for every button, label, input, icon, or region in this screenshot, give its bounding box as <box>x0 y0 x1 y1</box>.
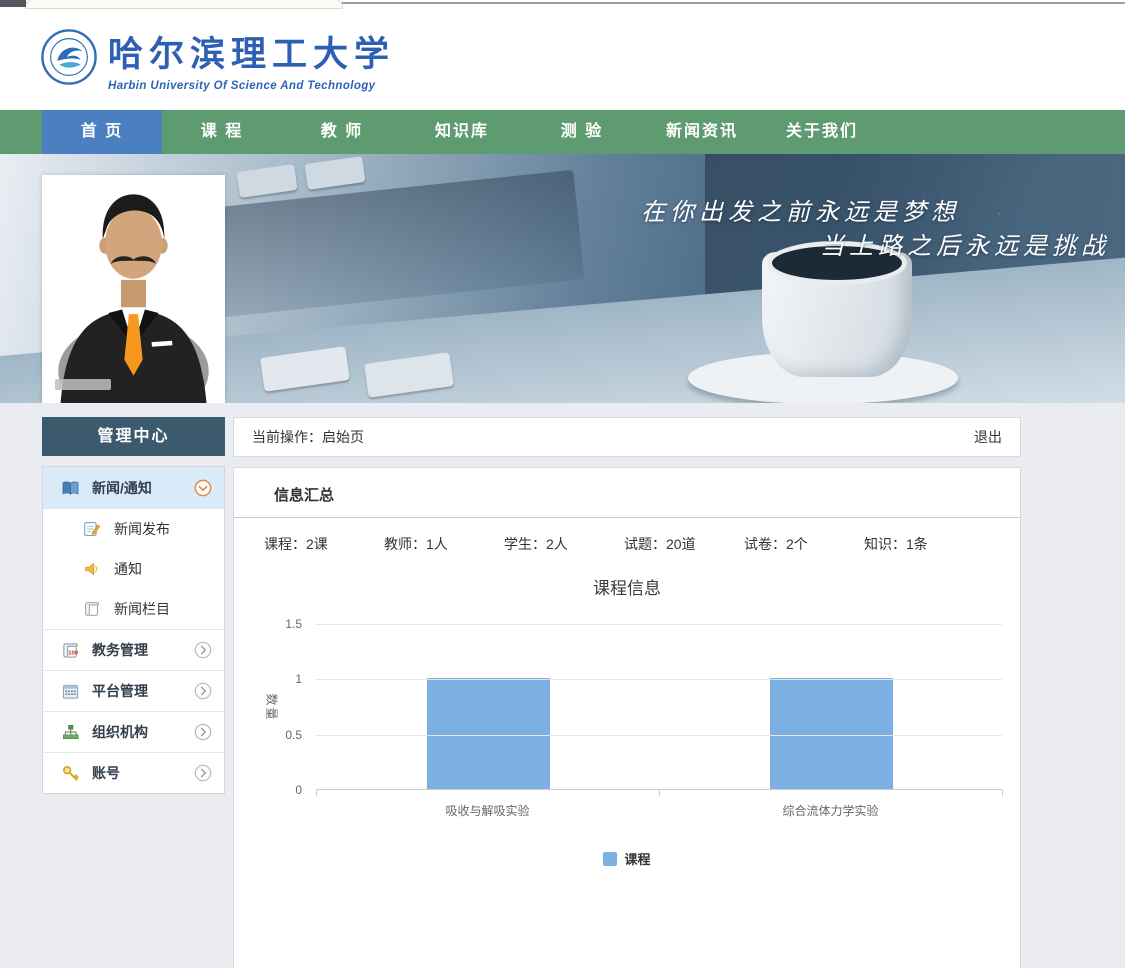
sidebar-item-label: 新闻栏目 <box>114 599 212 619</box>
nav-item-tests[interactable]: 测 验 <box>522 110 642 154</box>
sidebar-item-label: 平台管理 <box>92 681 194 701</box>
page: 哈尔滨理工大学 Harbin University Of Science And… <box>0 0 1125 968</box>
chevron-right-circle-icon <box>194 682 212 700</box>
nav-item-knowledge[interactable]: 知识库 <box>402 110 522 154</box>
chart-title: 课程信息 <box>234 574 1020 599</box>
sidebar-menu: 新闻/通知 <box>42 466 225 794</box>
browser-tab <box>26 0 342 8</box>
chart-y-tick-label: 0 <box>234 782 302 798</box>
chart-x-tick <box>316 790 317 796</box>
info-summary-panel: 信息汇总 课程：2课 教师：1人 学生：2人 试题：20道 试卷：2个 知识：1… <box>233 467 1021 968</box>
sidebar-item-label: 教务管理 <box>92 640 194 660</box>
legend-swatch <box>603 852 617 866</box>
nav-item-news[interactable]: 新闻资讯 <box>642 110 762 154</box>
sidebar-item-news-column[interactable]: 新闻栏目 <box>43 589 224 629</box>
university-name-en: Harbin University Of Science And Technol… <box>108 80 395 92</box>
nav-item-about[interactable]: 关于我们 <box>762 110 882 154</box>
sidebar-item-edu-admin[interactable]: 100 教务管理 <box>43 629 224 670</box>
stat-teachers: 教师：1人 <box>384 534 504 554</box>
stats-row: 课程：2课 教师：1人 学生：2人 试题：20道 试卷：2个 知识：1条 <box>234 518 1020 554</box>
open-book-icon <box>61 479 80 498</box>
chart-x-category-label: 吸收与解吸实验 <box>338 802 638 819</box>
logo-text: 哈尔滨理工大学 Harbin University Of Science And… <box>108 26 395 92</box>
sidebar-item-label: 通知 <box>114 559 212 579</box>
avatar-illustration <box>42 175 225 403</box>
main-nav: 首 页 课 程 教 师 知识库 测 验 新闻资讯 关于我们 <box>0 110 1125 154</box>
sidebar-item-label: 新闻发布 <box>114 519 212 539</box>
stat-papers: 试卷：2个 <box>744 534 864 554</box>
banner-slogan-line1: 在你出发之前永远是梦想 <box>641 192 960 227</box>
banner: 在你出发之前永远是梦想 当上路之后永远是挑战 <box>0 154 1125 403</box>
chart-y-tick-label: 0.5 <box>234 727 302 743</box>
chart-y-tick-label: 1.5 <box>234 616 302 632</box>
sidebar-item-organization[interactable]: 组织机构 <box>43 711 224 752</box>
chevron-right-circle-icon <box>194 723 212 741</box>
scroll-icon <box>83 600 102 619</box>
content-area: 管理中心 新闻/通知 <box>42 417 1125 968</box>
stat-knowledge: 知识：1条 <box>864 534 984 554</box>
summary-title: 信息汇总 <box>234 468 1020 518</box>
main-column: 当前操作：启始页 退出 信息汇总 课程：2课 教师：1人 学生：2人 试题：20… <box>233 417 1021 968</box>
operation-bar: 当前操作：启始页 退出 <box>233 417 1021 457</box>
chart-gridline <box>316 624 1002 625</box>
chart-gridline <box>316 735 1002 736</box>
sidebar-item-account[interactable]: 账号 <box>43 752 224 793</box>
org-chart-icon <box>61 723 80 742</box>
chart-legend: 课程 <box>234 849 1020 868</box>
calendar-icon <box>61 682 80 701</box>
university-name-zh: 哈尔滨理工大学 <box>108 26 395 77</box>
sidebar-item-label: 组织机构 <box>92 722 194 742</box>
banner-keyboard-key <box>236 164 297 198</box>
chart-x-tick <box>659 790 660 796</box>
nav-item-courses[interactable]: 课 程 <box>162 110 282 154</box>
sidebar-item-label: 账号 <box>92 763 194 783</box>
site-header: 哈尔滨理工大学 Harbin University Of Science And… <box>0 8 1125 110</box>
chart-y-tick-label: 1 <box>234 671 302 687</box>
browser-tab-strip <box>0 0 1125 8</box>
legend-label: 课程 <box>624 849 650 868</box>
sidebar: 管理中心 新闻/通知 <box>42 417 225 794</box>
news-edit-icon <box>83 520 102 539</box>
chevron-right-circle-icon <box>194 641 212 659</box>
chart-plot: 吸收与解吸实验综合流体力学实验 <box>316 624 1002 790</box>
browser-strip-corner <box>0 0 26 7</box>
nav-item-teachers[interactable]: 教 师 <box>282 110 402 154</box>
stat-courses: 课程：2课 <box>264 534 384 554</box>
chart-y-axis-title: 数量 <box>264 693 281 721</box>
sidebar-item-notice[interactable]: 通知 <box>43 549 224 589</box>
course-chart: 数量 吸收与解吸实验综合流体力学实验 课程 00.511.5 <box>234 609 1020 921</box>
banner-slogan-line2: 当上路之后永远是挑战 <box>820 226 1110 261</box>
scroll-100-icon: 100 <box>61 641 80 660</box>
university-logo: 哈尔滨理工大学 Harbin University Of Science And… <box>40 26 395 92</box>
stat-students: 学生：2人 <box>504 534 624 554</box>
svg-text:100: 100 <box>68 650 79 656</box>
chevron-right-circle-icon <box>194 764 212 782</box>
current-operation-text: 当前操作：启始页 <box>252 427 974 447</box>
sidebar-item-label: 新闻/通知 <box>92 478 194 498</box>
chevron-down-circle-icon <box>194 479 212 497</box>
stat-questions: 试题：20道 <box>624 534 744 554</box>
key-icon <box>61 764 80 783</box>
chart-x-tick <box>1002 790 1003 796</box>
sidebar-item-news-publish[interactable]: 新闻发布 <box>43 509 224 549</box>
user-avatar <box>42 175 225 403</box>
sidebar-title: 管理中心 <box>42 417 225 456</box>
image-watermark <box>55 379 111 390</box>
nav-item-home[interactable]: 首 页 <box>42 110 162 154</box>
banner-keyboard-key <box>304 156 365 190</box>
sidebar-item-news-notice[interactable]: 新闻/通知 <box>43 467 224 509</box>
sidebar-item-platform-admin[interactable]: 平台管理 <box>43 670 224 711</box>
logout-button[interactable]: 退出 <box>974 427 1002 447</box>
speaker-icon <box>83 560 102 579</box>
university-emblem-icon <box>40 28 98 91</box>
chart-gridline <box>316 679 1002 680</box>
chart-x-category-label: 综合流体力学实验 <box>681 802 981 819</box>
